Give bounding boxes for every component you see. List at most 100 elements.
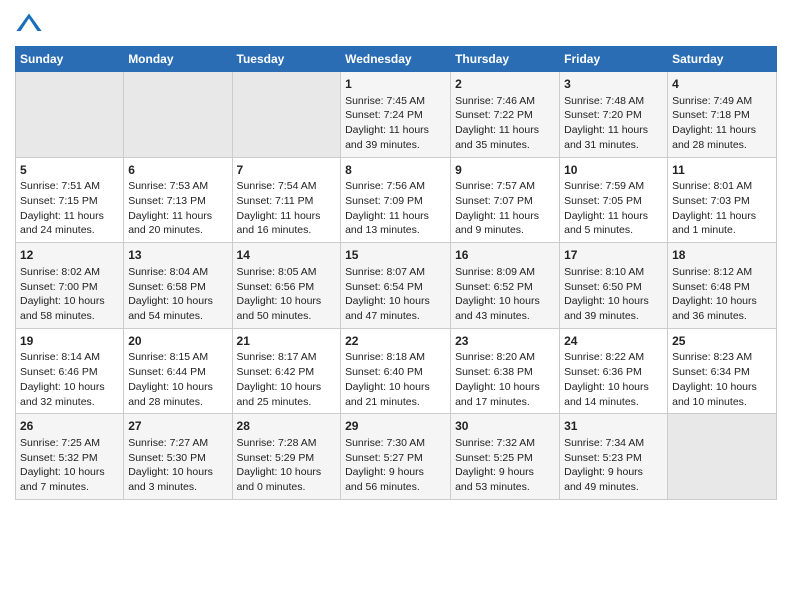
day-number: 10 bbox=[564, 162, 663, 179]
calendar-cell bbox=[232, 72, 341, 158]
day-info: and 35 minutes. bbox=[455, 138, 555, 153]
day-info: Sunset: 7:11 PM bbox=[237, 194, 337, 209]
day-info: Sunset: 7:09 PM bbox=[345, 194, 446, 209]
day-info: Sunrise: 7:45 AM bbox=[345, 94, 446, 109]
day-number: 7 bbox=[237, 162, 337, 179]
day-info: Sunrise: 8:22 AM bbox=[564, 350, 663, 365]
day-info: Daylight: 11 hours bbox=[564, 123, 663, 138]
day-info: and 58 minutes. bbox=[20, 309, 119, 324]
day-info: Sunrise: 7:57 AM bbox=[455, 179, 555, 194]
calendar-cell: 12Sunrise: 8:02 AMSunset: 7:00 PMDayligh… bbox=[16, 243, 124, 329]
day-info: Sunrise: 8:17 AM bbox=[237, 350, 337, 365]
day-number: 26 bbox=[20, 418, 119, 435]
day-info: Daylight: 10 hours bbox=[345, 294, 446, 309]
day-number: 24 bbox=[564, 333, 663, 350]
day-info: and 25 minutes. bbox=[237, 395, 337, 410]
day-info: Daylight: 11 hours bbox=[455, 123, 555, 138]
day-info: Daylight: 10 hours bbox=[128, 465, 227, 480]
day-header-thursday: Thursday bbox=[451, 47, 560, 72]
day-info: Sunrise: 7:48 AM bbox=[564, 94, 663, 109]
calendar-cell: 22Sunrise: 8:18 AMSunset: 6:40 PMDayligh… bbox=[341, 328, 451, 414]
day-info: and 54 minutes. bbox=[128, 309, 227, 324]
calendar-table: SundayMondayTuesdayWednesdayThursdayFrid… bbox=[15, 46, 777, 500]
day-info: Sunset: 6:46 PM bbox=[20, 365, 119, 380]
day-info: Daylight: 10 hours bbox=[672, 380, 772, 395]
day-info: and 28 minutes. bbox=[672, 138, 772, 153]
calendar-container: SundayMondayTuesdayWednesdayThursdayFrid… bbox=[0, 0, 792, 510]
day-info: Sunrise: 7:56 AM bbox=[345, 179, 446, 194]
day-info: Sunset: 6:56 PM bbox=[237, 280, 337, 295]
day-info: and 36 minutes. bbox=[672, 309, 772, 324]
day-info: Sunset: 7:13 PM bbox=[128, 194, 227, 209]
day-info: Sunset: 5:29 PM bbox=[237, 451, 337, 466]
day-header-tuesday: Tuesday bbox=[232, 47, 341, 72]
day-info: Sunrise: 8:15 AM bbox=[128, 350, 227, 365]
week-row-4: 26Sunrise: 7:25 AMSunset: 5:32 PMDayligh… bbox=[16, 414, 777, 500]
day-info: and 43 minutes. bbox=[455, 309, 555, 324]
day-info: and 1 minute. bbox=[672, 223, 772, 238]
day-info: Sunset: 6:34 PM bbox=[672, 365, 772, 380]
calendar-cell: 6Sunrise: 7:53 AMSunset: 7:13 PMDaylight… bbox=[124, 157, 232, 243]
day-number: 3 bbox=[564, 76, 663, 93]
day-info: and 17 minutes. bbox=[455, 395, 555, 410]
calendar-cell: 1Sunrise: 7:45 AMSunset: 7:24 PMDaylight… bbox=[341, 72, 451, 158]
day-number: 1 bbox=[345, 76, 446, 93]
day-info: Daylight: 10 hours bbox=[455, 294, 555, 309]
day-info: Daylight: 10 hours bbox=[455, 380, 555, 395]
day-header-saturday: Saturday bbox=[668, 47, 777, 72]
day-info: and 24 minutes. bbox=[20, 223, 119, 238]
day-info: Sunrise: 8:14 AM bbox=[20, 350, 119, 365]
day-info: Sunset: 6:52 PM bbox=[455, 280, 555, 295]
calendar-cell: 15Sunrise: 8:07 AMSunset: 6:54 PMDayligh… bbox=[341, 243, 451, 329]
day-info: and 3 minutes. bbox=[128, 480, 227, 495]
calendar-cell: 31Sunrise: 7:34 AMSunset: 5:23 PMDayligh… bbox=[560, 414, 668, 500]
day-number: 14 bbox=[237, 247, 337, 264]
day-info: Daylight: 9 hours bbox=[345, 465, 446, 480]
day-info: Sunset: 6:44 PM bbox=[128, 365, 227, 380]
day-info: Sunset: 6:38 PM bbox=[455, 365, 555, 380]
day-info: Daylight: 10 hours bbox=[237, 380, 337, 395]
day-number: 20 bbox=[128, 333, 227, 350]
day-info: Sunset: 6:50 PM bbox=[564, 280, 663, 295]
day-info: Daylight: 10 hours bbox=[345, 380, 446, 395]
day-info: Daylight: 11 hours bbox=[20, 209, 119, 224]
day-number: 13 bbox=[128, 247, 227, 264]
calendar-cell: 4Sunrise: 7:49 AMSunset: 7:18 PMDaylight… bbox=[668, 72, 777, 158]
day-info: Daylight: 10 hours bbox=[564, 380, 663, 395]
day-number: 27 bbox=[128, 418, 227, 435]
day-info: Sunset: 6:40 PM bbox=[345, 365, 446, 380]
calendar-header-row: SundayMondayTuesdayWednesdayThursdayFrid… bbox=[16, 47, 777, 72]
logo-icon bbox=[15, 10, 43, 38]
day-number: 6 bbox=[128, 162, 227, 179]
day-info: Sunset: 7:24 PM bbox=[345, 108, 446, 123]
day-info: Daylight: 10 hours bbox=[237, 465, 337, 480]
logo bbox=[15, 10, 47, 38]
day-info: Sunset: 7:22 PM bbox=[455, 108, 555, 123]
day-info: and 53 minutes. bbox=[455, 480, 555, 495]
day-number: 22 bbox=[345, 333, 446, 350]
day-info: Sunrise: 8:20 AM bbox=[455, 350, 555, 365]
calendar-cell: 30Sunrise: 7:32 AMSunset: 5:25 PMDayligh… bbox=[451, 414, 560, 500]
day-number: 17 bbox=[564, 247, 663, 264]
calendar-cell: 14Sunrise: 8:05 AMSunset: 6:56 PMDayligh… bbox=[232, 243, 341, 329]
calendar-cell: 21Sunrise: 8:17 AMSunset: 6:42 PMDayligh… bbox=[232, 328, 341, 414]
day-number: 12 bbox=[20, 247, 119, 264]
day-info: Sunrise: 7:51 AM bbox=[20, 179, 119, 194]
calendar-cell: 11Sunrise: 8:01 AMSunset: 7:03 PMDayligh… bbox=[668, 157, 777, 243]
calendar-cell: 18Sunrise: 8:12 AMSunset: 6:48 PMDayligh… bbox=[668, 243, 777, 329]
calendar-header bbox=[15, 10, 777, 38]
day-info: Sunrise: 7:46 AM bbox=[455, 94, 555, 109]
week-row-2: 12Sunrise: 8:02 AMSunset: 7:00 PMDayligh… bbox=[16, 243, 777, 329]
day-info: Sunrise: 8:04 AM bbox=[128, 265, 227, 280]
calendar-cell: 3Sunrise: 7:48 AMSunset: 7:20 PMDaylight… bbox=[560, 72, 668, 158]
day-info: Sunrise: 8:12 AM bbox=[672, 265, 772, 280]
day-info: Sunrise: 7:30 AM bbox=[345, 436, 446, 451]
day-info: Daylight: 10 hours bbox=[128, 380, 227, 395]
day-info: and 9 minutes. bbox=[455, 223, 555, 238]
day-info: Daylight: 10 hours bbox=[20, 294, 119, 309]
day-info: Sunset: 7:03 PM bbox=[672, 194, 772, 209]
day-info: Sunrise: 7:32 AM bbox=[455, 436, 555, 451]
day-info: Sunrise: 7:28 AM bbox=[237, 436, 337, 451]
day-info: and 39 minutes. bbox=[345, 138, 446, 153]
day-info: and 14 minutes. bbox=[564, 395, 663, 410]
